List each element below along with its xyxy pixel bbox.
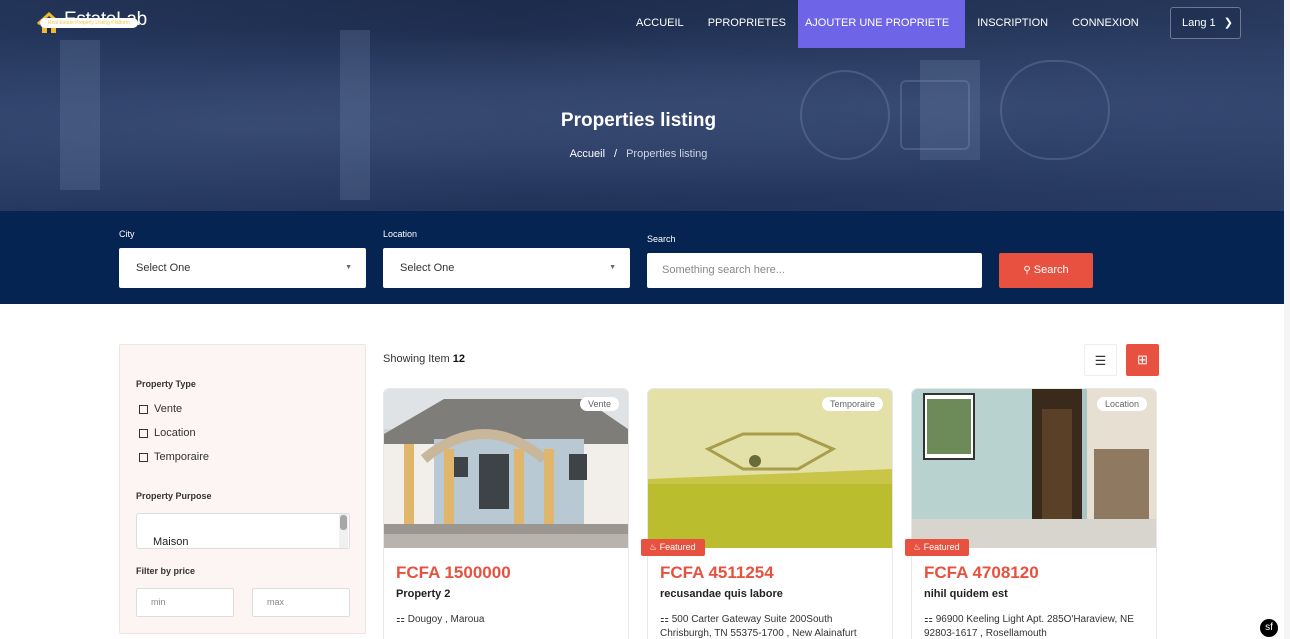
language-select[interactable]: Lang 1 ❯ (1170, 7, 1241, 39)
property-address-text: 500 Carter Gateway Suite 200South Chrisb… (660, 614, 857, 639)
property-name[interactable]: nihil quidem est (924, 588, 1008, 600)
property-status-badge: Temporaire (821, 397, 883, 411)
search-icon: ⚲ (1023, 265, 1031, 276)
property-address: ⚏ 96900 Keeling Light Apt. 285O'Haraview… (924, 613, 1146, 639)
property-name[interactable]: recusandae quis labore (660, 588, 783, 600)
checkbox-icon (139, 404, 148, 414)
showing-label: Showing Item (383, 353, 450, 365)
city-select[interactable]: Select One ▼ (119, 248, 366, 288)
type-label: Location (154, 427, 196, 439)
location-select-value: Select One (400, 262, 455, 274)
chevron-down-icon: ❯ (1223, 17, 1233, 29)
page-scrollbar[interactable] (1284, 0, 1290, 639)
breadcrumb: Accueil / Properties listing (0, 148, 1277, 160)
nav-proprietes[interactable]: PPROPRIETES (696, 0, 798, 48)
map-icon: ⚏ (396, 614, 405, 625)
property-card[interactable]: Vente FCFA 1500000 Property 2 ⚏ Dougoy ,… (383, 388, 629, 639)
property-image[interactable] (384, 389, 628, 548)
property-address: ⚏ 500 Carter Gateway Suite 200South Chri… (660, 613, 882, 639)
featured-label: Featured (923, 542, 960, 552)
property-status-badge: Location (1096, 397, 1147, 411)
property-address: ⚏ Dougoy , Maroua (396, 613, 618, 627)
search-button[interactable]: ⚲ Search (999, 253, 1093, 288)
flame-icon: ♨ (649, 542, 658, 552)
purpose-option[interactable]: Maison (153, 536, 188, 548)
list-view-button[interactable]: ☰ (1084, 344, 1117, 376)
page-title: Properties listing (560, 110, 717, 131)
city-label: City (119, 229, 135, 239)
property-status-badge: Vente (579, 397, 619, 411)
location-label: Location (383, 229, 418, 239)
checkbox-icon (139, 452, 148, 462)
breadcrumb-separator: / (614, 148, 618, 160)
brand-tagline: Real Estate Property Listing Platform (39, 18, 138, 28)
featured-badge: ♨ Featured (905, 539, 969, 556)
checkbox-icon (139, 428, 148, 438)
nav-ajouter-propriete[interactable]: AJOUTER UNE PROPRIETE (797, 0, 966, 48)
breadcrumb-home[interactable]: Accueil (570, 148, 605, 160)
type-checkbox-temporaire[interactable]: Temporaire (139, 451, 209, 463)
min-price-input[interactable]: min (136, 588, 234, 617)
breadcrumb-current: Properties listing (626, 148, 708, 160)
type-checkbox-vente[interactable]: Vente (139, 403, 182, 415)
location-select[interactable]: Select One ▼ (383, 248, 630, 288)
search-placeholder: Something search here... (662, 264, 785, 276)
nav-connexion[interactable]: CONNEXION (1060, 0, 1151, 48)
main-nav: ACCUEIL PPROPRIETES AJOUTER UNE PROPRIET… (624, 0, 1151, 48)
property-name[interactable]: Property 2 (396, 588, 450, 600)
list-icon: ☰ (1094, 353, 1107, 368)
search-input[interactable]: Something search here... (647, 253, 982, 288)
type-label: Temporaire (154, 451, 210, 463)
max-placeholder: max (267, 597, 285, 607)
price-filter-title: Filter by price (136, 566, 196, 576)
property-card[interactable]: Temporaire ♨ Featured FCFA 4511254 recus… (641, 388, 893, 639)
purpose-listbox[interactable]: Maison (136, 513, 350, 549)
listbox-scrollbar[interactable] (339, 514, 348, 548)
grid-icon: ⊞ (1137, 352, 1148, 367)
caret-down-icon: ▼ (345, 264, 352, 271)
symfony-toolbar-icon[interactable]: sf (1260, 619, 1278, 637)
nav-inscription[interactable]: INSCRIPTION (965, 0, 1060, 48)
logo[interactable]: EstateLab Real Estate Property Listing P… (36, 10, 147, 34)
nav-accueil[interactable]: ACCUEIL (624, 0, 696, 48)
grid-view-button[interactable]: ⊞ (1126, 344, 1159, 376)
property-price: FCFA 4708120 (924, 563, 1039, 582)
property-image[interactable] (648, 389, 892, 548)
city-select-value: Select One (136, 262, 191, 274)
flame-icon: ♨ (913, 542, 922, 552)
search-button-label: Search (1033, 264, 1069, 276)
map-icon: ⚏ (924, 614, 933, 625)
type-label: Vente (154, 403, 183, 415)
map-icon: ⚏ (660, 614, 669, 625)
property-image[interactable] (912, 389, 1156, 548)
property-price: FCFA 4511254 (660, 563, 774, 582)
search-label: Search (647, 234, 676, 244)
featured-badge: ♨ Featured (641, 539, 705, 556)
type-checkbox-location[interactable]: Location (139, 427, 196, 439)
property-purpose-title: Property Purpose (136, 491, 212, 501)
property-type-title: Property Type (136, 379, 196, 389)
filter-sidebar: Property Type Vente Location Temporaire … (119, 344, 366, 634)
featured-label: Featured (659, 542, 696, 552)
min-placeholder: min (151, 597, 166, 607)
language-value: Lang 1 (1182, 17, 1216, 29)
showing-count: 12 (452, 353, 465, 365)
property-card[interactable]: Location ♨ Featured FCFA 4708120 nihil q… (905, 388, 1157, 639)
caret-down-icon: ▼ (609, 264, 616, 271)
max-price-input[interactable]: max (252, 588, 350, 617)
property-price: FCFA 1500000 (396, 563, 511, 582)
result-count: Showing Item 12 (383, 353, 465, 365)
search-bar: City Select One ▼ Location Select One ▼ … (0, 211, 1284, 304)
property-address-text: Dougoy , Maroua (407, 614, 485, 625)
property-address-text: 96900 Keeling Light Apt. 285O'Haraview, … (924, 614, 1134, 639)
